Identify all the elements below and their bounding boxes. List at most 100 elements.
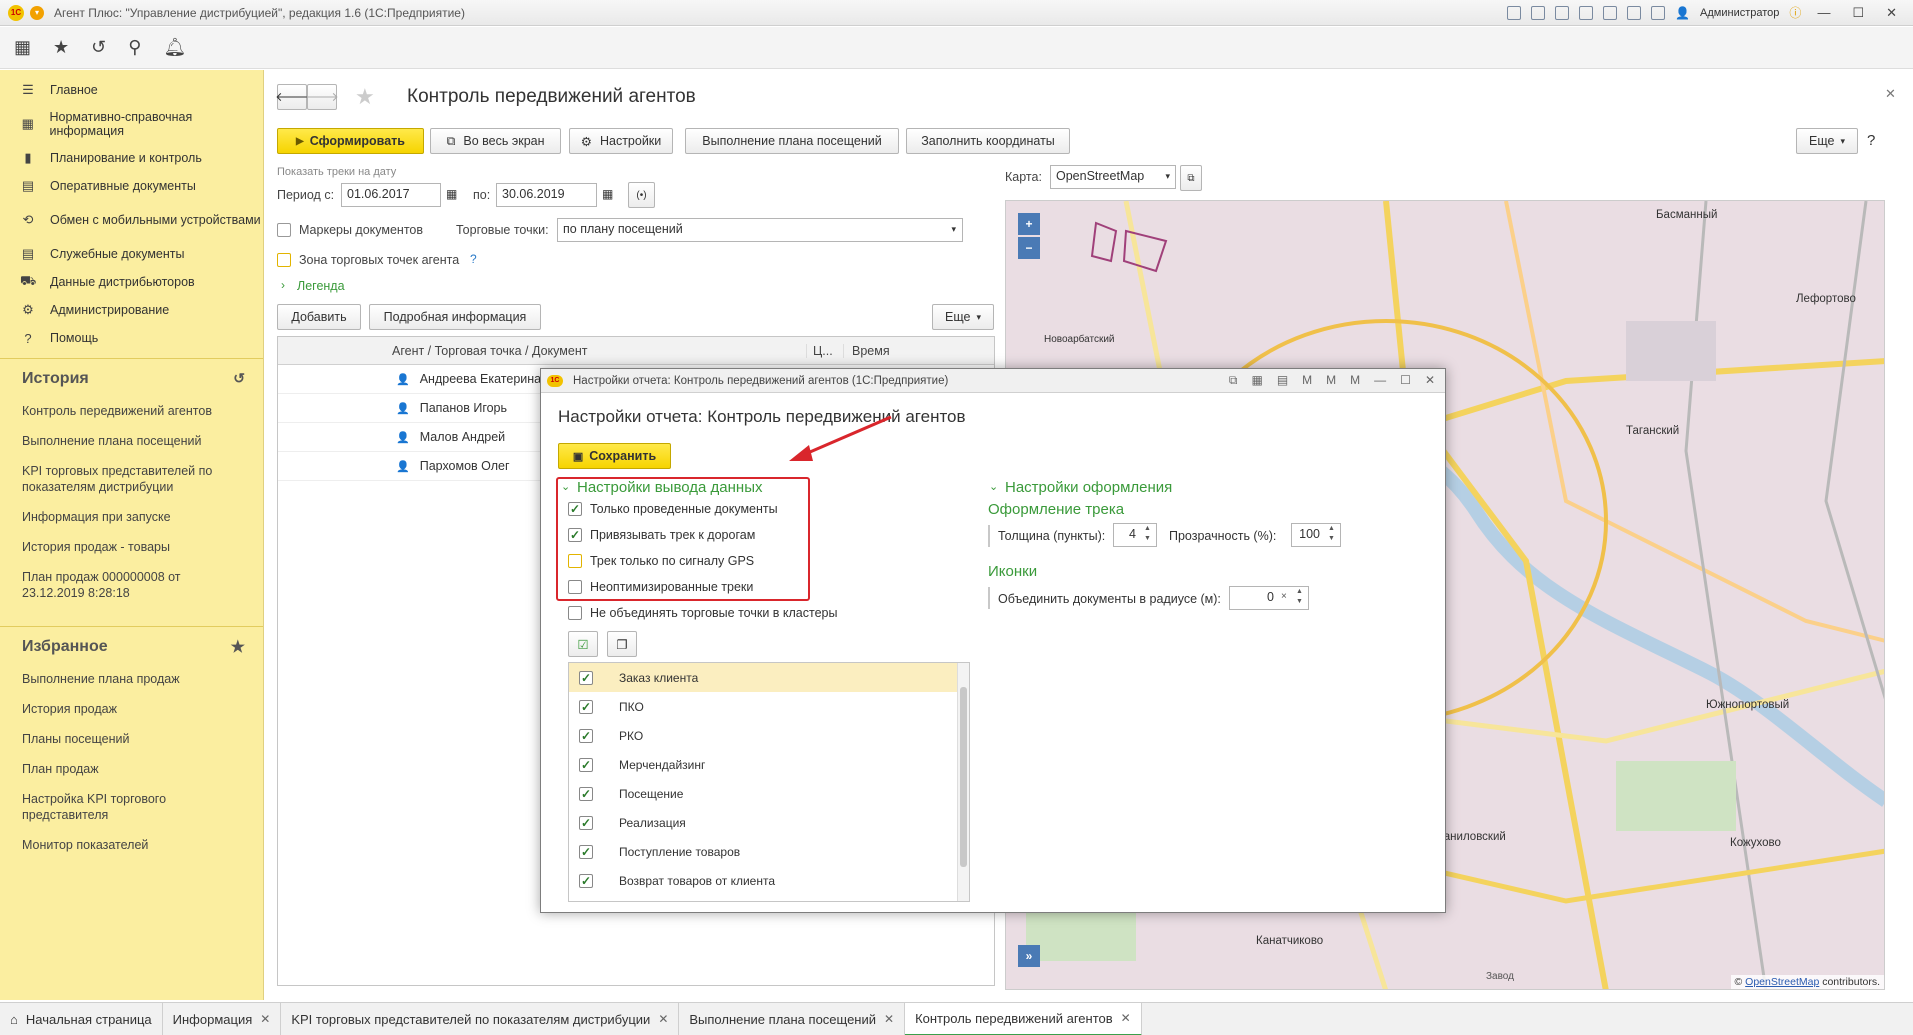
option-checkbox-snap-to-roads[interactable]: ✓: [568, 528, 582, 542]
history-item[interactable]: Информация при запуске: [0, 504, 263, 530]
favorites-star-icon[interactable]: ★: [231, 637, 245, 657]
tab-kpi[interactable]: KPI торговых представителей по показател…: [281, 1002, 680, 1035]
calendar-icon[interactable]: ▦: [602, 187, 613, 201]
map-zoom-out-button[interactable]: −: [1018, 237, 1040, 259]
history-icon[interactable]: ↺: [91, 37, 106, 58]
calendar-icon[interactable]: [1603, 5, 1618, 20]
sidebar-item-help[interactable]: ? Помощь: [0, 324, 263, 352]
memory-icon[interactable]: M: [1302, 373, 1312, 388]
save-icon[interactable]: [1507, 5, 1522, 20]
dialog-minimize-icon[interactable]: —: [1374, 373, 1386, 388]
more-button-table[interactable]: Еще ▾: [932, 304, 994, 330]
link-icon[interactable]: ⧉: [1229, 373, 1238, 388]
doc-type-checkbox[interactable]: ✓: [579, 757, 593, 772]
doc-type-checkbox[interactable]: ✓: [579, 844, 593, 859]
notifications-bell-icon[interactable]: 🔔︎: [163, 37, 186, 58]
back-button[interactable]: 🡐: [275, 84, 309, 110]
favorite-item[interactable]: Монитор показателей: [0, 832, 263, 858]
favorite-item[interactable]: Настройка KPI торгового представителя: [0, 786, 263, 828]
history-item[interactable]: Выполнение плана посещений: [0, 428, 263, 454]
spreadsheet-icon[interactable]: ▦: [1251, 373, 1262, 388]
generate-button[interactable]: ▶ Сформировать: [277, 128, 424, 154]
legend-toggle[interactable]: Легенда: [297, 279, 345, 293]
clear-icon[interactable]: ×: [1281, 591, 1287, 602]
favorite-item[interactable]: План продаж: [0, 756, 263, 782]
favorite-item[interactable]: Выполнение плана продаж: [0, 666, 263, 692]
uncheck-all-button[interactable]: ❐: [607, 631, 637, 657]
forward-button[interactable]: 🡒: [305, 84, 339, 110]
doc-type-checkbox[interactable]: ✓: [579, 815, 593, 830]
osm-link[interactable]: OpenStreetMap: [1745, 976, 1819, 988]
help-icon[interactable]: ⓘ: [1789, 4, 1801, 21]
tab-close-icon[interactable]: ✕: [658, 1012, 668, 1026]
more-button-top[interactable]: Еще ▾: [1796, 128, 1858, 154]
save-button[interactable]: ▣ Сохранить: [558, 443, 671, 469]
help-question-icon[interactable]: ?: [1867, 132, 1875, 149]
sidebar-item-catalog[interactable]: ▦ Нормативно-справочная информация: [0, 104, 263, 144]
calculator-icon[interactable]: [1627, 5, 1642, 20]
info-icon[interactable]: [1651, 5, 1666, 20]
list-item[interactable]: ✓ Мерчендайзинг: [569, 750, 969, 779]
output-settings-heading[interactable]: Настройки вывода данных: [577, 479, 763, 496]
history-item[interactable]: Контроль передвижений агентов: [0, 398, 263, 424]
list-item[interactable]: ✓ Поступление товаров: [569, 837, 969, 866]
doc-type-checkbox[interactable]: ✓: [579, 699, 593, 714]
search-icon[interactable]: ⚲: [128, 37, 141, 58]
zone-help-icon[interactable]: ?: [470, 252, 477, 266]
tab-visit-plan[interactable]: Выполнение плана посещений ✕: [679, 1002, 906, 1035]
tab-close-icon[interactable]: ✕: [1121, 1011, 1131, 1025]
print-icon[interactable]: [1531, 5, 1546, 20]
memory-plus-icon[interactable]: M: [1326, 373, 1336, 388]
doc-type-checkbox[interactable]: ✓: [579, 873, 593, 888]
scrollbar-thumb[interactable]: [960, 687, 967, 867]
doc-type-checkbox[interactable]: ✓: [579, 728, 593, 743]
calendar-icon[interactable]: ▤: [1277, 373, 1288, 388]
favorite-item[interactable]: История продаж: [0, 696, 263, 722]
tab-close-icon[interactable]: ✕: [884, 1012, 894, 1026]
details-button[interactable]: Подробная информация: [369, 304, 541, 330]
minimize-icon[interactable]: —: [1811, 5, 1836, 20]
thickness-stepper-icon[interactable]: ▲ ▼: [1144, 524, 1151, 544]
tab-home[interactable]: ⌂ Начальная страница: [0, 1002, 163, 1035]
doc-markers-checkbox[interactable]: [277, 223, 291, 237]
zone-checkbox[interactable]: [277, 253, 291, 267]
column-header[interactable]: Агент / Торговая точка / Документ: [392, 344, 587, 358]
history-item[interactable]: История продаж - товары: [0, 534, 263, 560]
history-item[interactable]: План продаж 000000008 от 23.12.2019 8:28…: [0, 564, 263, 606]
map-zoom-in-button[interactable]: +: [1018, 213, 1040, 235]
close-icon[interactable]: ✕: [1880, 5, 1903, 21]
option-checkbox-non-optimized[interactable]: [568, 580, 582, 594]
map-expand-button[interactable]: »: [1018, 945, 1040, 967]
favorites-star-icon[interactable]: ★: [53, 37, 69, 58]
list-item[interactable]: ✓ Возврат товаров от клиента: [569, 866, 969, 895]
list-item[interactable]: ✓ ПКО: [569, 692, 969, 721]
apps-grid-icon[interactable]: ▦: [14, 37, 31, 58]
sidebar-item-admin[interactable]: ⚙ Администрирование: [0, 296, 263, 324]
tab-information[interactable]: Информация ✕: [163, 1002, 282, 1035]
doc-type-checkbox[interactable]: ✓: [579, 670, 593, 685]
map-open-button[interactable]: ⧉: [1180, 165, 1202, 191]
design-chevron-icon[interactable]: ⌄: [989, 480, 998, 493]
favorite-star-icon[interactable]: ★: [355, 84, 375, 110]
sidebar-item-planning[interactable]: ▮ Планирование и контроль: [0, 144, 263, 172]
period-to-input[interactable]: 30.06.2019: [496, 183, 597, 207]
dialog-close-icon[interactable]: ✕: [1425, 373, 1435, 388]
trade-points-select[interactable]: по плану посещений ▾: [557, 218, 963, 242]
tab-close-icon[interactable]: ✕: [260, 1012, 270, 1026]
transparency-stepper-icon[interactable]: ▲ ▼: [1328, 524, 1335, 544]
design-settings-heading[interactable]: Настройки оформления: [1005, 479, 1172, 496]
legend-chevron-icon[interactable]: ›: [281, 278, 285, 292]
option-checkbox-no-clusters[interactable]: [568, 606, 582, 620]
calendar-icon[interactable]: ▦: [446, 187, 457, 201]
fullscreen-button[interactable]: ⧉ Во весь экран: [430, 128, 561, 154]
sidebar-item-main[interactable]: ☰ Главное: [0, 76, 263, 104]
list-item[interactable]: ✓ РКО: [569, 721, 969, 750]
link-icon[interactable]: [1579, 5, 1594, 20]
tab-agent-tracking[interactable]: Контроль передвижений агентов ✕: [905, 1002, 1142, 1035]
column-header[interactable]: Время: [843, 344, 890, 358]
list-scrollbar[interactable]: [957, 663, 969, 901]
sidebar-item-mobile-exchange[interactable]: ⟲ Обмен с мобильными устройствами: [0, 200, 263, 240]
favorite-item[interactable]: Планы посещений: [0, 726, 263, 752]
memory-minus-icon[interactable]: M: [1350, 373, 1360, 388]
dialog-maximize-icon[interactable]: ☐: [1400, 373, 1411, 388]
